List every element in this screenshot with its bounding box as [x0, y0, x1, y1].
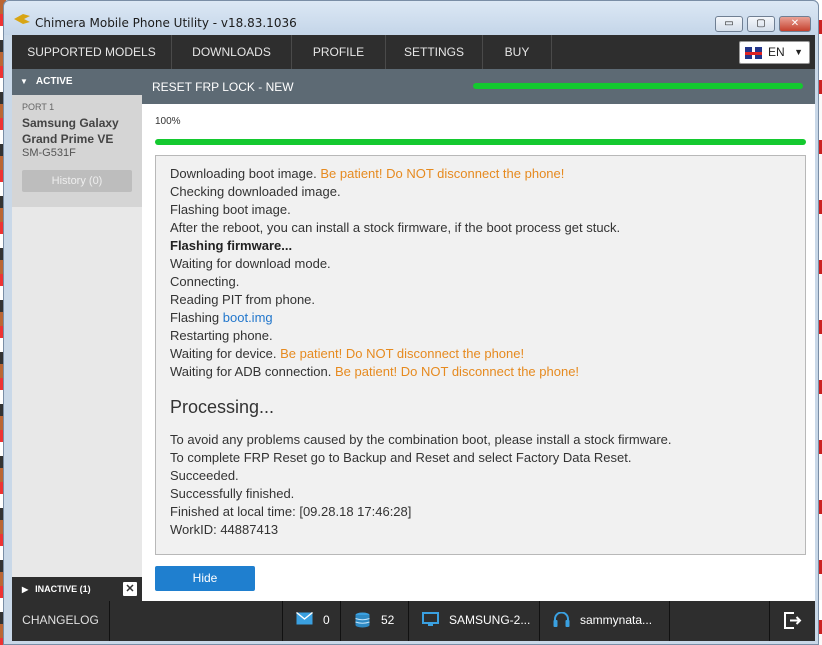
- app-window: Chimera Mobile Phone Utility - v18.83.10…: [3, 0, 819, 645]
- header-progress-bar: [473, 83, 803, 89]
- nav-profile[interactable]: PROFILE: [292, 35, 386, 69]
- app-logo-icon: [14, 14, 30, 24]
- status-bar: CHANGELOG 0 52 SAMSUNG-2... sammynata...: [12, 601, 815, 641]
- log-line: To complete FRP Reset go to Backup and R…: [170, 450, 632, 465]
- headset-icon: [553, 612, 570, 627]
- device-name-line1: Samsung Galaxy: [22, 116, 119, 130]
- progress-bar: [155, 139, 806, 145]
- operation-header: RESET FRP LOCK - NEW: [142, 69, 815, 104]
- sidebar: ▼ ACTIVE PORT 1 Samsung Galaxy Grand Prim…: [12, 69, 142, 601]
- close-button[interactable]: ✕: [779, 16, 811, 32]
- log-text: Downloading boot image.: [170, 166, 317, 181]
- log-line: Flashing boot.img: [170, 309, 791, 327]
- window-title: Chimera Mobile Phone Utility - v18.83.10…: [35, 16, 297, 30]
- uk-flag-icon: [745, 47, 762, 59]
- port-card[interactable]: PORT 1 Samsung Galaxy Grand Prime VE SM-…: [12, 95, 142, 207]
- log-bold-text: Flashing firmware...: [170, 238, 293, 253]
- monitor-icon: [422, 612, 439, 626]
- log-text: Flashing: [170, 310, 220, 325]
- credits-indicator[interactable]: 52: [340, 601, 408, 641]
- log-line: To avoid any problems caused by the comb…: [170, 432, 672, 447]
- inactive-label: INACTIVE (1): [35, 584, 91, 594]
- changelog-button[interactable]: CHANGELOG: [12, 601, 110, 641]
- language-select[interactable]: EN ▼: [739, 41, 810, 64]
- chevron-down-icon: ▼: [794, 47, 803, 57]
- inactive-section-header[interactable]: ▶ INACTIVE (1) ✕: [12, 577, 142, 601]
- chevron-right-icon: ▶: [22, 585, 29, 594]
- log-line: Successfully finished.: [170, 486, 295, 501]
- active-label: ACTIVE: [35, 76, 73, 87]
- active-section-header[interactable]: ▼ ACTIVE: [12, 69, 142, 95]
- log-text: Waiting for ADB connection.: [170, 364, 332, 379]
- log-warning: Be patient! Do NOT disconnect the phone!: [320, 166, 565, 181]
- user-indicator[interactable]: sammynata...: [539, 601, 669, 641]
- log-line: Checking downloaded image.: [170, 184, 341, 199]
- processing-heading: Processing...: [170, 397, 275, 417]
- log-warning: Be patient! Do NOT disconnect the phone!: [335, 364, 580, 379]
- log-line: Connecting.: [170, 274, 240, 289]
- history-button[interactable]: History (0): [22, 170, 132, 192]
- nav-buy[interactable]: BUY: [483, 35, 552, 69]
- envelope-icon: [296, 612, 313, 625]
- device-name-line2: Grand Prime VE: [22, 132, 114, 146]
- messages-indicator[interactable]: 0: [282, 601, 340, 641]
- log-line: Flashing boot image.: [170, 202, 291, 217]
- nav-settings[interactable]: SETTINGS: [386, 35, 483, 69]
- messages-count: 0: [323, 613, 330, 627]
- logout-button[interactable]: [769, 601, 815, 641]
- log-line: Succeeded.: [170, 468, 239, 483]
- log-panel[interactable]: Downloading boot image. Be patient! Do N…: [155, 155, 806, 555]
- top-nav: SUPPORTED MODELS DOWNLOADS PROFILE SETTI…: [12, 35, 815, 69]
- language-code: EN: [768, 45, 785, 59]
- nav-supported-models[interactable]: SUPPORTED MODELS: [12, 35, 172, 69]
- log-line-bold: Flashing firmware...: [170, 237, 791, 255]
- operation-title: RESET FRP LOCK - NEW: [152, 80, 294, 94]
- log-line: Downloading boot image. Be patient! Do N…: [170, 165, 791, 183]
- chevron-down-icon: ▼: [20, 77, 28, 86]
- app-client-area: SUPPORTED MODELS DOWNLOADS PROFILE SETTI…: [12, 35, 815, 641]
- port-label: PORT 1: [22, 102, 55, 112]
- log-line: WorkID: 44887413: [170, 522, 279, 537]
- nav-downloads[interactable]: DOWNLOADS: [172, 35, 292, 69]
- boot-img-link[interactable]: boot.img: [223, 310, 273, 325]
- log-line: Waiting for device. Be patient! Do NOT d…: [170, 345, 791, 363]
- log-warning: Be patient! Do NOT disconnect the phone!: [280, 346, 525, 361]
- title-bar[interactable]: Chimera Mobile Phone Utility - v18.83.10…: [4, 1, 818, 35]
- progress-percent: 100%: [155, 116, 181, 127]
- device-indicator[interactable]: SAMSUNG-2...: [408, 601, 539, 641]
- logout-icon: [784, 612, 802, 629]
- minimize-button[interactable]: ▭: [715, 16, 743, 32]
- hide-button[interactable]: Hide: [155, 566, 255, 591]
- log-line: Reading PIT from phone.: [170, 292, 316, 307]
- log-line: Waiting for ADB connection. Be patient! …: [170, 363, 791, 381]
- coins-icon: [355, 612, 370, 628]
- maximize-button[interactable]: ▢: [747, 16, 775, 32]
- log-line: Waiting for download mode.: [170, 256, 331, 271]
- log-line: After the reboot, you can install a stoc…: [170, 220, 621, 235]
- log-line: Restarting phone.: [170, 328, 273, 343]
- close-icon[interactable]: ✕: [123, 582, 137, 596]
- username-label: sammynata...: [580, 613, 653, 627]
- credits-count: 52: [381, 613, 395, 627]
- device-model: SM-G531F: [22, 147, 76, 159]
- log-line: Finished at local time: [09.28.18 17:46:…: [170, 504, 412, 519]
- log-text: Waiting for device.: [170, 346, 277, 361]
- device-label: SAMSUNG-2...: [449, 613, 531, 627]
